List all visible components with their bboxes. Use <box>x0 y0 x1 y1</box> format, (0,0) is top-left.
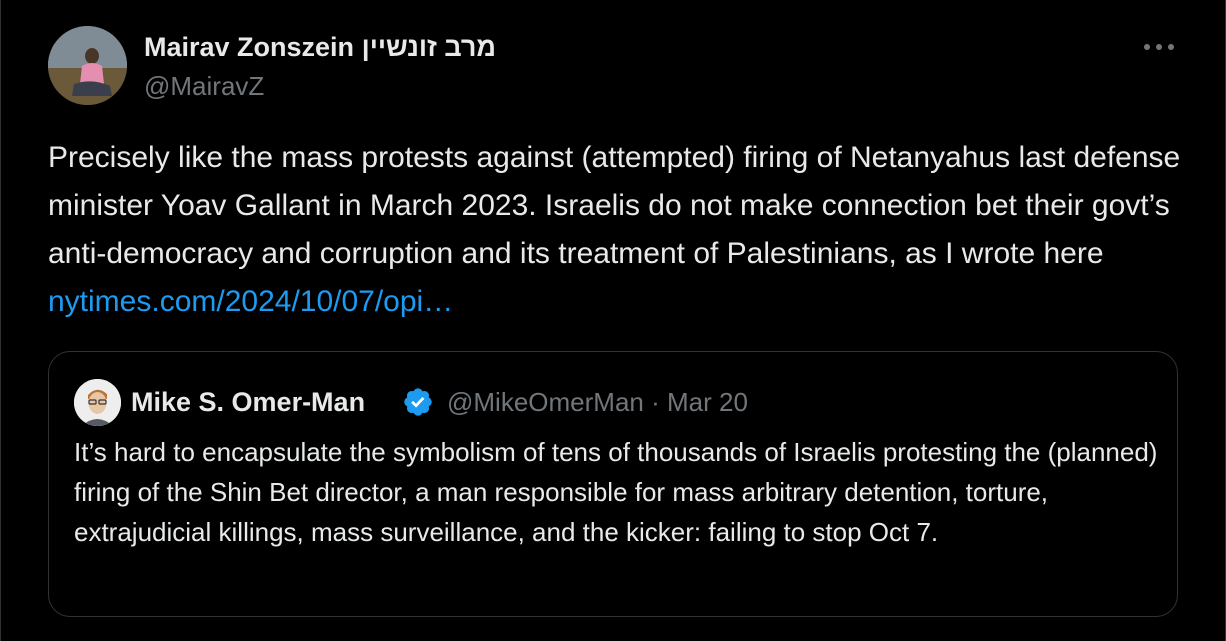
quoted-tweet-text: It’s hard to encapsulate the symbolism o… <box>74 437 1158 547</box>
quoted-author-avatar-image <box>74 379 121 426</box>
quoted-tweet-date[interactable]: Mar 20 <box>667 387 748 417</box>
more-options-button[interactable] <box>1139 34 1179 60</box>
tweet-text: Precisely like the mass protests against… <box>48 134 1188 326</box>
quoted-tweet[interactable]: Mike S. Omer-Man @MikeOmerMan · Mar 20 I… <box>48 351 1178 617</box>
tweet-body: Precisely like the mass protests against… <box>48 141 1181 270</box>
author-avatar[interactable] <box>48 26 127 105</box>
author-handle[interactable]: @MairavZ <box>144 70 264 102</box>
meta-separator: · <box>651 387 660 417</box>
author-avatar-image <box>48 26 127 105</box>
quoted-author-name[interactable]: Mike S. Omer-Man <box>131 385 365 419</box>
quoted-tweet-meta: @MikeOmerMan · Mar 20 <box>447 385 748 419</box>
verified-badge-icon <box>402 386 434 418</box>
tweet: Mairav Zonszein מרב זונשיין @MairavZ Pre… <box>0 0 1226 641</box>
quoted-author-handle[interactable]: @MikeOmerMan <box>447 387 644 417</box>
quoted-author-avatar[interactable] <box>74 379 121 426</box>
tweet-link[interactable]: nytimes.com/2024/10/07/opi… <box>48 285 453 318</box>
author-name[interactable]: Mairav Zonszein מרב זונשיין <box>144 30 496 64</box>
ellipsis-icon <box>1144 44 1174 50</box>
